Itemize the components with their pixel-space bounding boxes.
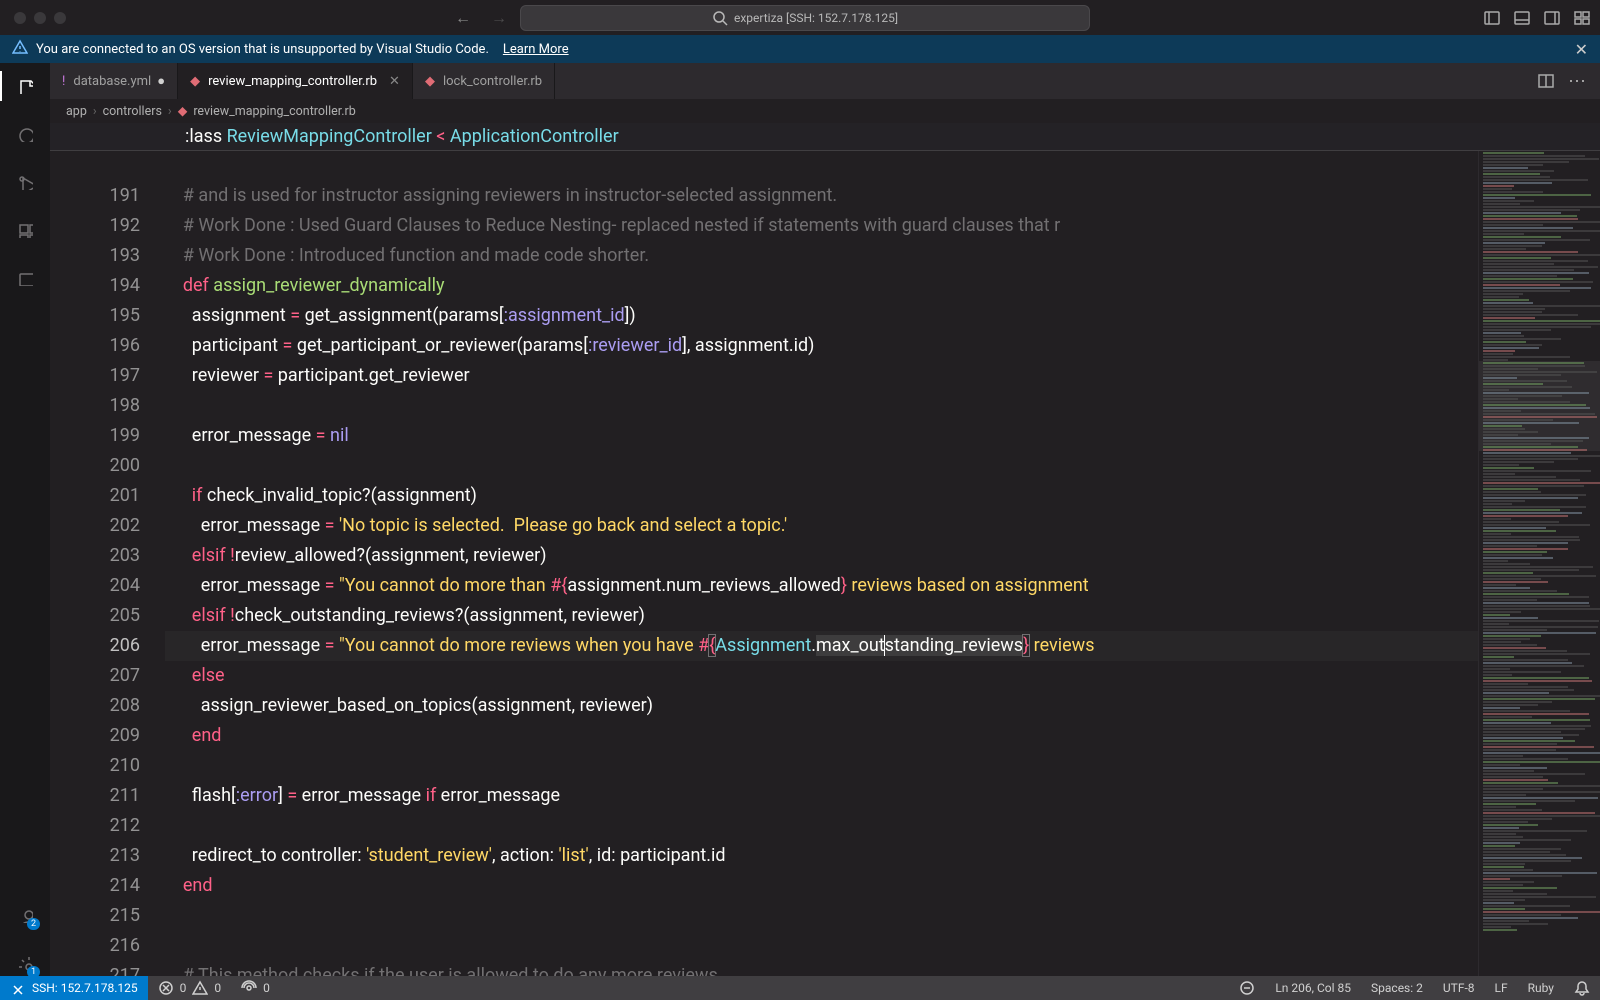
banner-text: You are connected to an OS version that … <box>36 42 489 57</box>
minimap[interactable] <box>1478 151 1600 976</box>
notification-banner: You are connected to an OS version that … <box>0 35 1600 63</box>
title-bar: ← → expertiza [SSH: 152.7.178.125] <box>0 0 1600 35</box>
tab-bar: ! database.yml ● ◆ review_mapping_controller… <box>50 63 1600 99</box>
ports-icon <box>241 980 257 996</box>
account-icon[interactable]: 2 <box>12 902 38 928</box>
eol-setting[interactable]: LF <box>1485 980 1518 996</box>
error-icon <box>158 980 174 996</box>
breadcrumb-segment[interactable]: controllers <box>103 104 162 119</box>
tab-review_mapping_controller.rb[interactable]: ◆ review_mapping_controller.rb ✕ <box>178 63 413 99</box>
window-title: expertiza [SSH: 152.7.178.125] <box>734 11 898 25</box>
warning-icon <box>192 980 208 996</box>
remote-icon <box>10 980 26 996</box>
tab-database.yml[interactable]: ! database.yml ● <box>50 63 178 99</box>
tab-label: review_mapping_controller.rb <box>208 74 377 89</box>
file-type-icon: ◆ <box>190 74 200 89</box>
ports-indicator[interactable]: 0 <box>231 980 280 996</box>
settings-badge: 1 <box>27 966 40 978</box>
remote-explorer-icon[interactable] <box>12 265 38 291</box>
close-icon[interactable]: ✕ <box>1575 40 1588 59</box>
cursor-position[interactable]: Ln 206, Col 85 <box>1265 980 1361 996</box>
banner-link[interactable]: Learn More <box>503 42 569 57</box>
remote-label: SSH: 152.7.178.125 <box>32 981 138 995</box>
warning-count: 0 <box>214 981 221 995</box>
language-mode[interactable]: Ruby <box>1518 980 1564 996</box>
back-icon[interactable]: ← <box>455 8 471 28</box>
encoding-setting[interactable]: UTF-8 <box>1433 980 1485 996</box>
breadcrumb-segment[interactable]: app <box>66 104 87 119</box>
warning-icon <box>12 39 28 59</box>
extensions-icon[interactable] <box>12 217 38 243</box>
account-badge: 2 <box>27 918 40 930</box>
command-center[interactable]: expertiza [SSH: 152.7.178.125] <box>520 5 1090 31</box>
breadcrumb-segment[interactable]: review_mapping_controller.rb <box>193 104 355 119</box>
ports-count: 0 <box>263 981 270 995</box>
file-type-icon: ◆ <box>425 74 435 89</box>
layout-right-icon[interactable] <box>1544 10 1560 26</box>
line-number-gutter: 1911921931941951961971981992002012022032… <box>50 151 165 976</box>
search-activity-icon[interactable] <box>12 121 38 147</box>
nav-arrows: ← → <box>455 8 507 28</box>
forward-icon[interactable]: → <box>491 8 507 28</box>
close-window-dot[interactable] <box>14 12 26 24</box>
more-actions-icon[interactable]: ⋯ <box>1568 71 1586 92</box>
sticky-scroll[interactable]: :lass ReviewMappingController < Applicat… <box>50 123 1600 151</box>
tab-label: lock_controller.rb <box>443 74 542 89</box>
traffic-lights <box>14 12 66 24</box>
status-bar: SSH: 152.7.178.125 0 0 0 Ln 206, Col 85 … <box>0 976 1600 1000</box>
error-count: 0 <box>180 981 187 995</box>
activity-bar: 2 1 <box>0 63 50 976</box>
indent-setting[interactable]: Spaces: 2 <box>1361 980 1433 996</box>
min-window-dot[interactable] <box>34 12 46 24</box>
modified-dot-icon: ● <box>157 73 165 89</box>
notifications-icon[interactable] <box>1564 980 1600 996</box>
max-window-dot[interactable] <box>54 12 66 24</box>
settings-gear-icon[interactable]: 1 <box>12 950 38 976</box>
problems-indicator[interactable]: 0 0 <box>148 980 232 996</box>
tab-lock_controller.rb[interactable]: ◆ lock_controller.rb <box>413 63 555 99</box>
breadcrumb[interactable]: app›controllers›◆review_mapping_controll… <box>50 99 1600 123</box>
run-debug-icon[interactable] <box>12 169 38 195</box>
layout-left-icon[interactable] <box>1484 10 1500 26</box>
split-editor-icon[interactable] <box>1538 73 1554 89</box>
feedback-icon[interactable] <box>1229 980 1265 996</box>
layout-grid-icon[interactable] <box>1574 10 1590 26</box>
file-type-icon: ! <box>62 74 65 89</box>
code-editor[interactable]: # and is used for instructor assigning r… <box>165 151 1478 976</box>
tab-label: database.yml <box>73 74 151 89</box>
close-tab-icon[interactable]: ✕ <box>389 74 400 89</box>
search-icon <box>712 10 728 26</box>
explorer-icon[interactable] <box>12 73 38 99</box>
remote-indicator[interactable]: SSH: 152.7.178.125 <box>0 976 148 1000</box>
layout-bottom-icon[interactable] <box>1514 10 1530 26</box>
